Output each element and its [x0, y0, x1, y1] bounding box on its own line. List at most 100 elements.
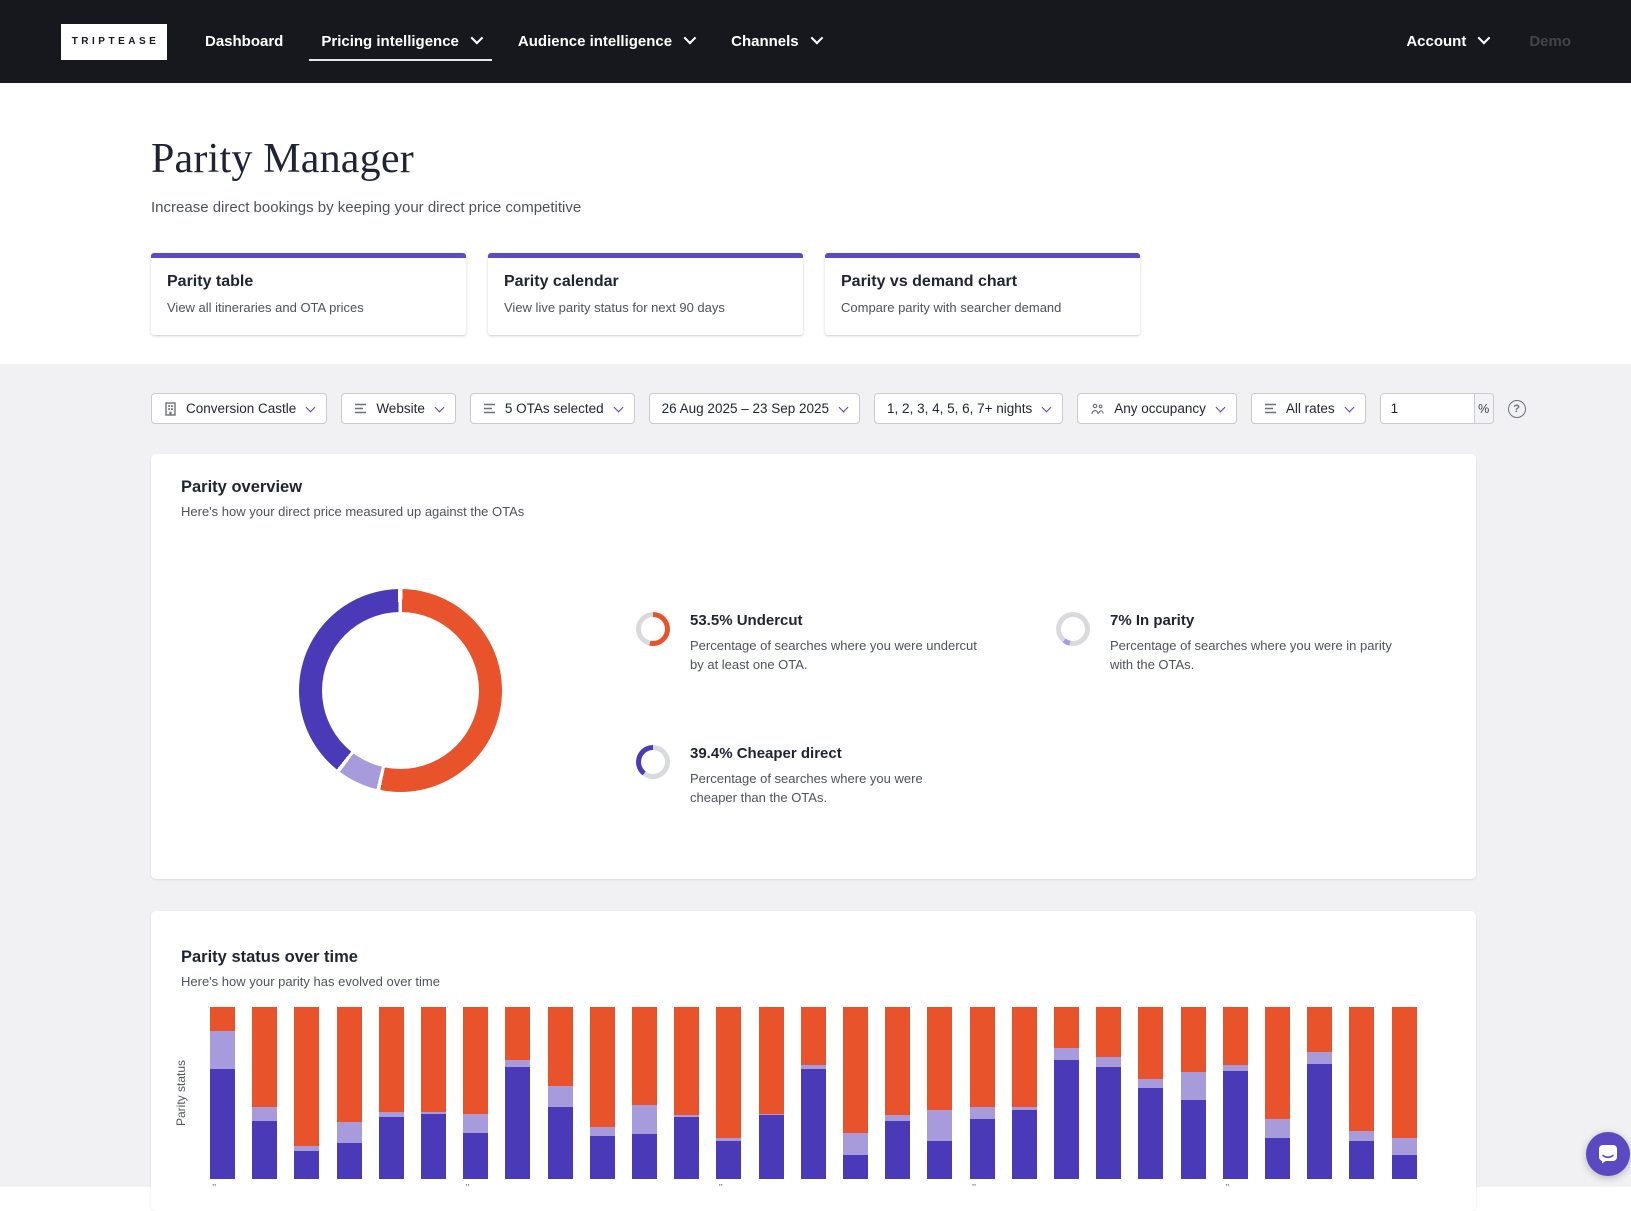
stacked-bar[interactable] — [1223, 1007, 1248, 1179]
cheaper-direct-segment — [1307, 1064, 1332, 1179]
undercut-ring-icon — [636, 612, 670, 646]
legend-cheaper-direct: 39.4% Cheaper direct Percentage of searc… — [636, 745, 968, 808]
stacked-bar[interactable] — [1265, 1007, 1290, 1179]
stacked-bar[interactable] — [927, 1007, 952, 1179]
undercut-segment — [801, 1007, 826, 1065]
stacked-bar[interactable] — [1307, 1007, 1332, 1179]
stacked-bar[interactable] — [294, 1007, 319, 1179]
in-parity-segment — [1138, 1079, 1163, 1088]
stacked-bar[interactable] — [1392, 1007, 1417, 1179]
undercut-segment — [590, 1007, 615, 1127]
stacked-bar[interactable] — [590, 1007, 615, 1179]
stacked-bar[interactable] — [885, 1007, 910, 1179]
undercut-segment — [252, 1007, 277, 1107]
list-lines-icon — [1264, 403, 1277, 414]
stacked-bar[interactable] — [421, 1007, 446, 1179]
nav-item-account[interactable]: Account — [1406, 0, 1487, 83]
threshold-input[interactable] — [1381, 394, 1465, 423]
nav-item-pricing-intelligence[interactable]: Pricing intelligence — [321, 0, 480, 83]
property-selector[interactable]: Conversion Castle — [151, 393, 327, 424]
cheaper-direct-segment — [548, 1107, 573, 1179]
chat-launcher-button[interactable] — [1586, 1132, 1630, 1176]
in-parity-segment — [1096, 1057, 1121, 1067]
top-nav: TRIPTEASE Dashboard Pricing intelligence… — [0, 0, 1631, 83]
nav-item-label: Account — [1406, 33, 1466, 50]
in-parity-segment — [927, 1110, 952, 1141]
nav-item-dashboard[interactable]: Dashboard — [205, 0, 283, 83]
undercut-segment — [1307, 1007, 1332, 1052]
cheaper-direct-segment — [294, 1151, 319, 1179]
stacked-bar[interactable] — [801, 1007, 826, 1179]
chevron-down-icon — [1478, 32, 1491, 45]
card-parity-calendar[interactable]: Parity calendar View live parity status … — [488, 253, 803, 335]
stacked-bar[interactable] — [1096, 1007, 1121, 1179]
cheaper-direct-segment — [759, 1115, 784, 1179]
stacked-bar[interactable] — [379, 1007, 404, 1179]
filter-bar: Conversion Castle Website 5 OTAs selecte… — [0, 364, 1631, 424]
undercut-segment — [716, 1007, 741, 1138]
page-subtitle: Increase direct bookings by keeping your… — [151, 199, 1631, 216]
undercut-segment — [927, 1007, 952, 1110]
page-title: Parity Manager — [151, 135, 1631, 183]
cheaper-direct-segment — [801, 1069, 826, 1179]
stacked-bar[interactable] — [1138, 1007, 1163, 1179]
stacked-bar[interactable] — [970, 1007, 995, 1179]
in-parity-segment — [1054, 1048, 1079, 1060]
stacked-bar[interactable] — [674, 1007, 699, 1179]
legend-description: Percentage of searches where you were ch… — [690, 770, 968, 808]
cheaper-direct-segment — [1012, 1110, 1037, 1179]
cheaper-direct-segment — [1054, 1060, 1079, 1179]
people-icon — [1090, 403, 1105, 415]
card-parity-vs-demand[interactable]: Parity vs demand chart Compare parity wi… — [825, 253, 1140, 335]
stacked-bar[interactable] — [1012, 1007, 1037, 1179]
stacked-bar[interactable] — [337, 1007, 362, 1179]
stacked-bar[interactable] — [1349, 1007, 1374, 1179]
rates-filter-label: All rates — [1286, 401, 1335, 416]
y-axis-label: Parity status — [173, 1007, 189, 1179]
undercut-segment — [421, 1007, 446, 1112]
legend-title: 7% In parity — [1110, 612, 1418, 629]
undercut-segment — [1223, 1007, 1248, 1065]
ota-filter[interactable]: 5 OTAs selected — [470, 393, 635, 424]
cheaper-direct-segment — [421, 1114, 446, 1179]
stacked-bar[interactable] — [843, 1007, 868, 1179]
help-icon[interactable]: ? — [1508, 400, 1526, 418]
occupancy-filter[interactable]: Any occupancy — [1077, 393, 1237, 424]
chevron-down-icon — [1344, 402, 1354, 412]
stacked-bar[interactable] — [1181, 1007, 1206, 1179]
stacked-bar[interactable] — [1054, 1007, 1079, 1179]
nav-item-label: Channels — [731, 33, 799, 50]
stacked-bar[interactable] — [716, 1007, 741, 1179]
parity-status-panel: Parity status over time Here's how your … — [151, 911, 1476, 1211]
cheaper-direct-segment — [632, 1134, 657, 1179]
undercut-segment — [1392, 1007, 1417, 1138]
rates-filter[interactable]: All rates — [1251, 393, 1366, 424]
card-parity-table[interactable]: Parity table View all itineraries and OT… — [151, 253, 466, 335]
date-range-filter[interactable]: 26 Aug 2025 – 23 Sep 2025 — [649, 393, 860, 424]
in-parity-segment — [463, 1114, 488, 1133]
undercut-segment — [1265, 1007, 1290, 1119]
in-parity-segment — [590, 1127, 615, 1136]
triptease-logo[interactable]: TRIPTEASE — [61, 24, 167, 60]
cheaper-direct-segment — [590, 1136, 615, 1179]
stacked-bar[interactable] — [505, 1007, 530, 1179]
nights-filter[interactable]: 1, 2, 3, 4, 5, 6, 7+ nights — [874, 393, 1063, 424]
stacked-bar[interactable] — [548, 1007, 573, 1179]
nav-item-channels[interactable]: Channels — [731, 0, 820, 83]
undercut-segment — [1349, 1007, 1374, 1131]
cheaper-direct-segment — [379, 1117, 404, 1179]
chevron-down-icon — [434, 402, 444, 412]
undercut-segment — [843, 1007, 868, 1133]
stacked-bar[interactable] — [463, 1007, 488, 1179]
nav-item-demo[interactable]: Demo — [1529, 33, 1571, 50]
cheaper-direct-segment — [337, 1143, 362, 1179]
nav-item-audience-intelligence[interactable]: Audience intelligence — [518, 0, 693, 83]
in-parity-segment — [1392, 1138, 1417, 1155]
stacked-bar[interactable] — [632, 1007, 657, 1179]
cheaper-direct-segment — [1349, 1141, 1374, 1179]
channel-filter[interactable]: Website — [341, 393, 456, 424]
stacked-bar[interactable] — [210, 1007, 235, 1179]
stacked-bar[interactable] — [252, 1007, 277, 1179]
stacked-bar[interactable] — [759, 1007, 784, 1179]
nights-filter-label: 1, 2, 3, 4, 5, 6, 7+ nights — [887, 401, 1032, 416]
